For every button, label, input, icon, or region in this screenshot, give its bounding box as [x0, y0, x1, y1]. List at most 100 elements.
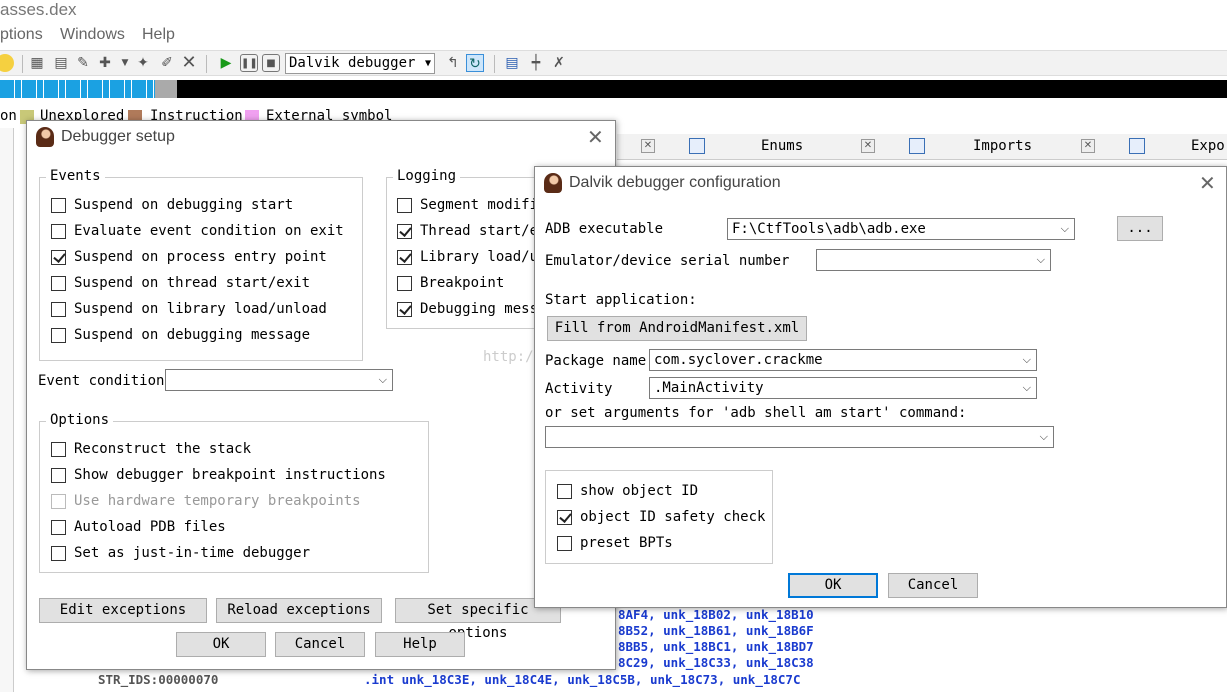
patch-icon[interactable]: ✐ [158, 54, 176, 72]
serial-number-combo[interactable]: ⌵ [816, 249, 1051, 271]
browse-button[interactable]: ... [1117, 216, 1163, 241]
cross-icon[interactable]: ✕ [180, 54, 198, 72]
chevron-down-icon: ⌵ [1039, 430, 1048, 443]
tab-enums[interactable]: Enums [761, 138, 803, 154]
fill-from-manifest-button[interactable]: Fill from AndroidManifest.xml [547, 316, 807, 341]
enums-icon [689, 138, 705, 154]
play-icon[interactable]: ▶ [217, 54, 235, 72]
pause-icon[interactable]: ❚❚ [240, 54, 258, 72]
tab-exports[interactable]: Expor [1191, 138, 1227, 154]
activity-combo[interactable]: .MainActivity ⌵ [649, 377, 1037, 399]
close-tab-icon[interactable]: ✕ [861, 139, 875, 153]
option-checkbox[interactable]: Autoload PDB files [51, 519, 226, 535]
code-address: STR_IDS:00000070 [98, 672, 219, 687]
dropdown-arrow-icon[interactable]: ▼ [116, 54, 134, 72]
menu-options[interactable]: ptions [0, 26, 43, 44]
code-line: 8B52, unk_18B61, unk_18B6F [618, 623, 814, 638]
args-combo[interactable]: ⌵ [545, 426, 1054, 448]
left-panel-strip [0, 128, 14, 692]
option-checkbox[interactable]: Reconstruct the stack [51, 441, 251, 457]
ok-button[interactable]: OK [176, 632, 266, 657]
dialog-title: Debugger setup [61, 128, 175, 145]
chevron-down-icon: ⌵ [1022, 381, 1031, 394]
stop-icon[interactable]: ■ [262, 54, 280, 72]
edit-exceptions-button[interactable]: Edit exceptions [39, 598, 207, 623]
function-icon[interactable]: ✎ [74, 54, 92, 72]
delete-breakpoint-icon[interactable]: ✗ [550, 54, 568, 72]
code-line: 8C29, unk_18C33, unk_18C38 [618, 655, 814, 670]
code-line: 8AF4, unk_18B02, unk_18B10 [618, 607, 814, 622]
show-object-id-checkbox[interactable]: show object ID [557, 483, 698, 499]
toolbar: ▦ ▤ ✎ ✚ ▼ ✦ ✐ ✕ ▶ ❚❚ ■ Dalvik debugger ▼ … [0, 50, 1227, 76]
help-button[interactable]: Help [375, 632, 465, 657]
close-icon[interactable]: ✕ [587, 125, 604, 149]
navigation-band[interactable] [0, 80, 1227, 98]
undefine-icon[interactable]: ✦ [134, 54, 152, 72]
logging-checkbox[interactable]: Breakpoint [397, 275, 504, 291]
reload-exceptions-button[interactable]: Reload exceptions [216, 598, 382, 623]
imports-icon [909, 138, 925, 154]
ida-logo-icon [544, 173, 562, 193]
event-condition-combo[interactable]: ⌵ [165, 369, 393, 391]
chevron-down-icon: ⌵ [1022, 353, 1031, 366]
package-name-combo[interactable]: com.syclover.crackme ⌵ [649, 349, 1037, 371]
chevron-down-icon: ⌵ [378, 373, 387, 386]
window-title: asses.dex [0, 0, 77, 19]
chevron-down-icon: ⌵ [1060, 222, 1069, 235]
exports-icon [1129, 138, 1145, 154]
logging-checkbox[interactable]: Thread start/ex [397, 223, 546, 239]
package-name-label: Package name [545, 353, 647, 369]
logging-checkbox[interactable]: Library load/un [397, 249, 546, 265]
code-line: 8BB5, unk_18BC1, unk_18BD7 [618, 639, 814, 654]
chevron-down-icon: ⌵ [1036, 253, 1045, 266]
structure-icon[interactable]: ✚ [96, 54, 114, 72]
add-breakpoint-icon[interactable]: ┿ [527, 54, 545, 72]
debugger-select[interactable]: Dalvik debugger ▼ [285, 53, 435, 74]
start-application-label: Start application: [545, 292, 697, 308]
args-label: or set arguments for 'adb shell am start… [545, 405, 967, 421]
lightbulb-icon[interactable] [0, 54, 14, 72]
event-checkbox[interactable]: Suspend on library load/unload [51, 301, 327, 317]
tab-bar: ✕ Enums ✕ Imports ✕ Expor [617, 134, 1227, 160]
logging-checkbox[interactable]: Debugging messa [397, 301, 546, 317]
dialog-title: Dalvik debugger configuration [569, 174, 781, 191]
logging-checkbox[interactable]: Segment modific [397, 197, 546, 213]
activity-label: Activity [545, 381, 613, 397]
switch-debugger-icon[interactable]: ↻ [466, 54, 484, 72]
adb-executable-combo[interactable]: F:\CtfTools\adb\adb.exe ⌵ [727, 218, 1075, 240]
list-icon[interactable]: ▤ [503, 54, 521, 72]
close-tab-icon[interactable]: ✕ [1081, 139, 1095, 153]
event-checkbox[interactable]: Evaluate event condition on exit [51, 223, 344, 239]
code-line: .int unk_18C3E, unk_18C4E, unk_18C5B, un… [364, 672, 801, 687]
preset-bpts-checkbox[interactable]: preset BPTs [557, 535, 673, 551]
cancel-button[interactable]: Cancel [888, 573, 978, 598]
code-icon[interactable]: ▦ [28, 54, 46, 72]
menu-help[interactable]: Help [142, 26, 175, 44]
serial-label: Emulator/device serial number [545, 253, 790, 269]
dialog-titlebar: Debugger setup ✕ [27, 121, 615, 153]
option-checkbox[interactable]: Set as just-in-time debugger [51, 545, 310, 561]
ok-button[interactable]: OK [788, 573, 878, 598]
attach-icon[interactable]: ↰ [444, 54, 462, 72]
event-checkbox[interactable]: Suspend on debugging message [51, 327, 310, 343]
event-checkbox[interactable]: Suspend on process entry point [51, 249, 327, 265]
cancel-button[interactable]: Cancel [275, 632, 365, 657]
event-checkbox[interactable]: Suspend on thread start/exit [51, 275, 310, 291]
ida-logo-icon [36, 127, 54, 147]
option-checkbox[interactable]: Show debugger breakpoint instructions [51, 467, 386, 483]
event-condition-label: Event condition [38, 373, 165, 389]
close-icon[interactable]: ✕ [1199, 171, 1216, 195]
debugger-setup-dialog: Debugger setup ✕ Events Suspend on debug… [26, 120, 616, 670]
menu-windows[interactable]: Windows [60, 26, 125, 44]
object-id-safety-checkbox[interactable]: object ID safety check [557, 509, 765, 525]
option-checkbox: Use hardware temporary breakpoints [51, 493, 361, 509]
adb-label: ADB executable [545, 221, 664, 237]
tab-imports[interactable]: Imports [973, 138, 1032, 154]
chevron-down-icon: ▼ [424, 58, 431, 69]
dalvik-config-dialog: Dalvik debugger configuration ✕ ADB exec… [534, 166, 1227, 608]
dialog-titlebar: Dalvik debugger configuration ✕ [535, 167, 1226, 199]
menu-bar: ptions Windows Help [0, 24, 1227, 50]
data-icon[interactable]: ▤ [52, 54, 70, 72]
event-checkbox[interactable]: Suspend on debugging start [51, 197, 293, 213]
close-tab-icon[interactable]: ✕ [641, 139, 655, 153]
